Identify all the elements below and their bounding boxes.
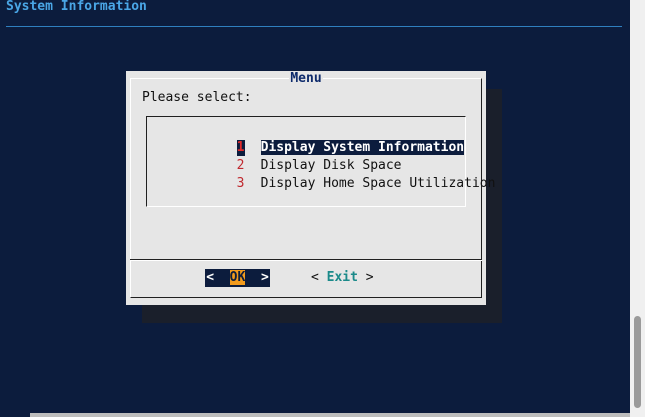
exit-left-bracket: < bbox=[311, 270, 319, 285]
backtitle-divider bbox=[6, 26, 622, 27]
menu-item-tag: 3 bbox=[236, 176, 245, 191]
menu-dialog: Menu Please select: 1 Display System Info… bbox=[126, 71, 495, 305]
ok-left-bracket: < bbox=[206, 270, 215, 285]
ok-button-label: OK bbox=[229, 270, 246, 285]
menu-item-label: Display Home Space Utilization bbox=[260, 176, 496, 191]
vertical-scrollbar[interactable] bbox=[630, 0, 645, 417]
exit-button[interactable]: < Exit > bbox=[311, 269, 374, 287]
dialog-title-text: Menu bbox=[289, 71, 323, 86]
button-divider bbox=[130, 260, 482, 261]
exit-button-label: Exit bbox=[326, 270, 358, 285]
bottom-strip bbox=[30, 413, 630, 417]
ok-button[interactable]: < OK > bbox=[205, 269, 270, 287]
exit-right-bracket: > bbox=[365, 270, 374, 285]
menu-item-3[interactable]: 3 Display Home Space Utilization bbox=[174, 160, 496, 191]
dialog-title: Menu bbox=[126, 71, 486, 86]
menu-item-1[interactable]: 1 Display System Information bbox=[174, 124, 465, 156]
menu-list: 1 Display System Information 2 Display Dis… bbox=[146, 116, 495, 207]
ok-right-bracket: > bbox=[260, 270, 269, 285]
dialog-prompt: Please select: bbox=[142, 90, 252, 105]
terminal-screen: System Information Menu Please select: 1… bbox=[0, 0, 630, 417]
menu-item-2[interactable]: 2 Display Disk Space bbox=[174, 142, 402, 173]
backtitle: System Information bbox=[6, 0, 147, 14]
scrollbar-thumb[interactable] bbox=[634, 316, 641, 408]
